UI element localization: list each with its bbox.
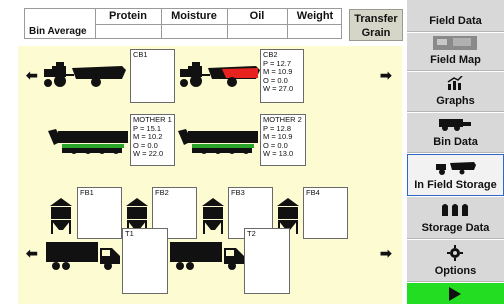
silos-icon [442,204,468,216]
field-bin-name: FB4 [306,188,320,197]
cart-icon [436,162,476,175]
sidebar-item-graphs[interactable]: Graphs [407,72,504,112]
play-button[interactable] [407,283,504,304]
sidebar-item-field-map[interactable]: Field Map [407,33,504,71]
sidebar-nav: Field Data Field Map Graphs Bin Data In … [407,0,504,304]
bin-average-table: Protein Moisture Oil Weight Bin Average [24,8,342,39]
truck-box-1[interactable]: T1 [122,228,168,294]
sidebar-item-storage-data[interactable]: Storage Data [407,197,504,239]
field-bin-1-icon[interactable] [48,196,74,236]
avg-moisture-value [161,25,227,39]
truck-2-icon[interactable] [168,240,246,272]
truck-name: T2 [247,229,256,238]
gear-icon [447,245,463,261]
mother-bin-2-icon[interactable] [178,125,262,155]
truck-name: T1 [125,229,134,238]
sidebar-item-in-field-storage[interactable]: In Field Storage [407,154,504,196]
mother-bin-box-2[interactable]: MOTHER 2 P = 12.8 M = 10.9 O = 0.0 W = 1… [260,114,306,166]
field-bin-box-1[interactable]: FB1 [77,187,122,239]
sidebar-item-label: Field Map [430,54,481,66]
avg-protein-value [95,25,161,39]
mother-bin-box-1[interactable]: MOTHER 1 P = 15.1 M = 10.2 O = 0.0 W = 2… [130,114,175,166]
field-bin-name: FB2 [155,188,169,197]
combine-icon [439,119,471,131]
transfer-grain-button[interactable]: Transfer Grain [349,9,403,41]
sidebar-item-label: Bin Data [433,136,478,148]
field-bin-box-4[interactable]: FB4 [303,187,348,239]
header-moisture: Moisture [171,10,217,22]
grain-cart-name: CB1 [133,50,148,59]
mother-bin-1-icon[interactable] [48,125,132,155]
sidebar-item-label: In Field Storage [414,179,497,191]
field-map-icon [433,36,477,50]
sidebar-item-field-data[interactable]: Field Data [407,0,504,32]
row1-right-arrow-icon[interactable]: ➡ [380,68,392,82]
play-icon [449,287,461,301]
field-bin-name: FB1 [80,188,94,197]
sidebar-item-label: Graphs [436,95,475,107]
tractor-cart-full-icon[interactable] [178,60,262,88]
avg-oil-value [227,25,287,39]
tractor-cart-icon[interactable] [42,60,128,88]
header-weight: Weight [296,10,334,22]
row1-left-arrow-icon[interactable]: ⬅ [26,68,38,82]
sidebar-item-label: Field Data [429,15,482,27]
truck-1-icon[interactable] [44,240,122,272]
transfer-grain-label-1: Transfer [354,13,398,25]
header-protein: Protein [109,10,147,22]
row4-left-arrow-icon[interactable]: ⬅ [26,246,38,260]
header-oil: Oil [249,10,265,22]
field-bin-name: FB3 [231,188,245,197]
row4-right-arrow-icon[interactable]: ➡ [380,246,392,260]
grain-cart-box-cb2[interactable]: CB2 P = 12.7 M = 10.9 O = 0.0 W = 27.0 [260,49,304,103]
sidebar-item-options[interactable]: Options [407,240,504,282]
truck-box-2[interactable]: T2 [244,228,290,294]
sidebar-item-bin-data[interactable]: Bin Data [407,113,504,153]
sidebar-item-label: Storage Data [421,222,490,234]
transfer-grain-label-2: Grain [361,27,391,39]
graphs-icon [447,76,463,90]
avg-weight-value [287,25,343,39]
sidebar-item-label: Options [434,265,477,277]
field-bin-3-icon[interactable] [200,196,226,236]
grain-cart-box-cb1[interactable]: CB1 [130,49,175,103]
in-field-storage-area: ⬅ CB1 CB2 P = 12.7 M = 10.9 O = 0.0 W = … [18,46,402,304]
bin-average-label: Bin Average [29,26,87,37]
